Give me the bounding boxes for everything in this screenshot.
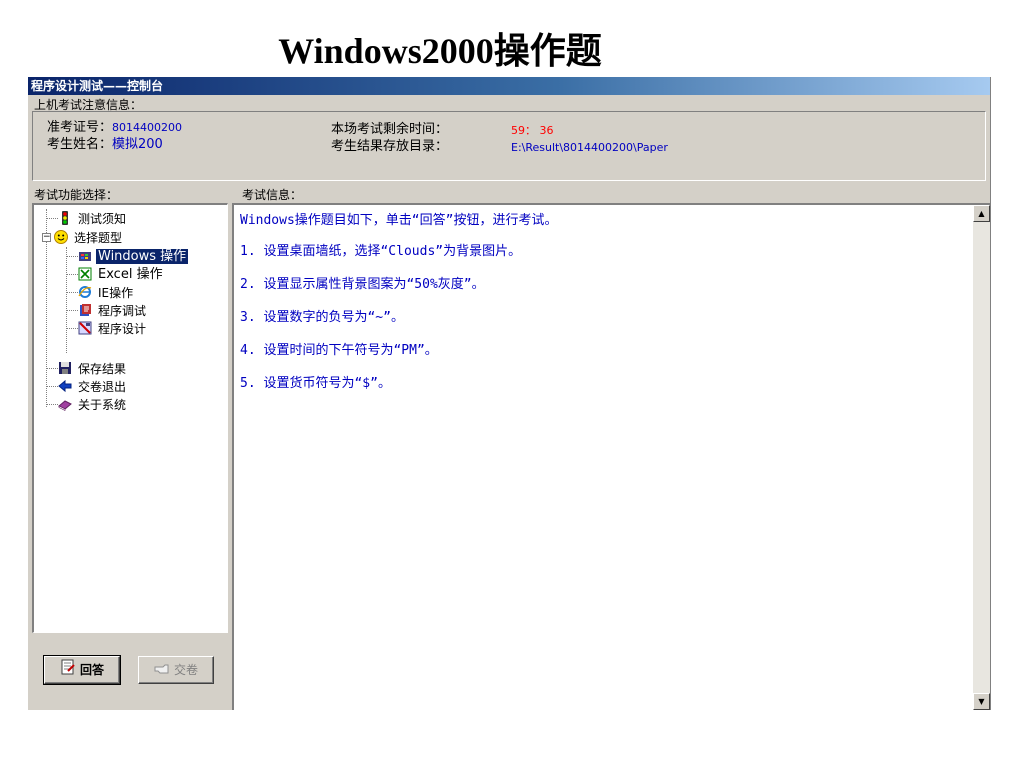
design-icon [78,321,92,335]
tree-item-design[interactable]: 程序设计 [78,319,148,337]
submit-button[interactable]: 交卷 [138,656,214,684]
floppy-icon [58,361,72,375]
console-window: 程序设计测试——控制台 上机考试注意信息： 准考证号：8014400200 考生… [28,77,991,710]
name-value: 模拟200 [112,137,163,152]
excel-icon [78,267,92,281]
tree-item-test-notice[interactable]: 测试须知 [58,209,128,227]
content-line-5: 5. 设置货币符号为“$”。 [240,376,391,391]
book-icon [58,397,72,411]
tree-item-submit-exit[interactable]: 交卷退出 [58,377,128,395]
dir-label: 考生结果存放目录： [331,139,449,154]
tree-guide [46,386,58,387]
tree-guide [46,218,58,219]
vertical-scrollbar[interactable]: ▲ ▼ [973,205,990,710]
function-header: 考试功能选择： [34,188,119,202]
notice-header: 上机考试注意信息： [34,98,143,112]
windows-icon [78,249,92,263]
slide-title: Windows2000操作题 [278,31,602,71]
tree-collapse-toggle[interactable]: − [42,233,51,242]
content-line-3: 3. 设置数字的负号为“~”。 [240,310,404,325]
exam-id-label: 准考证号： [47,120,113,135]
content-line-4: 4. 设置时间的下午符号为“PM”。 [240,343,438,358]
name-label: 考生姓名： [47,137,113,152]
tree-guide [66,328,78,329]
tree-item-choose-type[interactable]: 选择题型 [54,228,124,246]
tree-guide [46,404,58,405]
time-label: 本场考试剩余时间： [331,122,449,137]
window-title-bar[interactable]: 程序设计测试——控制台 [28,77,990,95]
name-row: 考生姓名：模拟200 [47,137,163,153]
tree-item-ie[interactable]: IE操作 [78,283,135,301]
tree-item-excel[interactable]: Excel 操作 [78,265,165,283]
tree-item-debug[interactable]: 程序调试 [78,301,148,319]
answer-icon [60,658,76,684]
tree-guide [66,274,78,275]
answer-button[interactable]: 回答 [43,655,121,685]
tree-item-save[interactable]: 保存结果 [58,359,128,377]
scroll-up-button[interactable]: ▲ [973,205,990,222]
tree-guide [46,368,58,369]
content-line-1: 1. 设置桌面墙纸，选择“Clouds”为背景图片。 [240,244,522,259]
exam-info-panel[interactable]: Windows操作题目如下，单击“回答”按钮，进行考试。 1. 设置桌面墙纸，选… [232,203,990,710]
traffic-light-icon [58,210,72,225]
content-intro: Windows操作题目如下，单击“回答”按钮，进行考试。 [240,213,558,228]
smiley-icon [54,229,68,244]
tree-guide [66,256,78,257]
tree-guide-child [66,247,67,353]
function-tree: − 测试须知 选择题型 Windows 操作 Excel 操作 IE操作 程序调… [32,203,228,633]
tree-guide [66,310,78,311]
time-value: 59： 36 [511,124,554,137]
tree-guide [66,292,78,293]
debug-icon [78,303,92,317]
dir-value: E:\Result\8014400200\Paper [511,141,668,154]
exit-arrow-icon [58,379,72,393]
ie-icon [78,285,92,299]
tree-item-about[interactable]: 关于系统 [58,395,128,413]
scroll-down-button[interactable]: ▼ [973,693,990,710]
tree-item-windows[interactable]: Windows 操作 [78,247,189,265]
notice-panel: 准考证号：8014400200 考生姓名：模拟200 本场考试剩余时间： 59：… [32,111,986,181]
exam-info-header: 考试信息： [242,188,303,202]
exam-id-value: 8014400200 [112,121,183,134]
content-line-2: 2. 设置显示属性背景图案为“50%灰度”。 [240,277,485,292]
pointing-hand-icon [154,658,170,684]
exam-id-row: 准考证号：8014400200 [47,120,182,136]
